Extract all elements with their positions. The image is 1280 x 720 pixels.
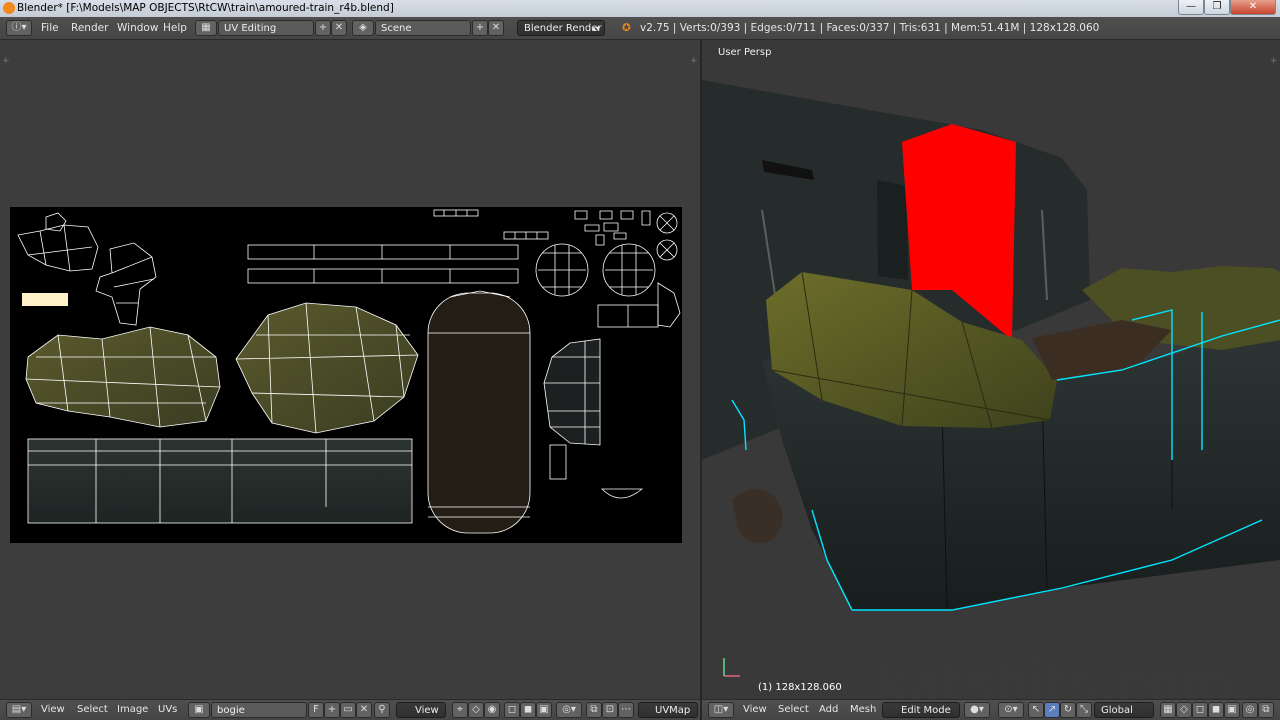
3d-viewport[interactable]: User Persp + (1) 128x128.060 bbox=[702, 40, 1280, 699]
object-info-label: (1) 128x128.060 bbox=[758, 682, 842, 693]
image-name-field[interactable]: bogie bbox=[211, 702, 307, 718]
blender-logo-icon bbox=[3, 2, 15, 14]
edge-mode-icon[interactable]: ◻ bbox=[1192, 702, 1208, 718]
scene-icon[interactable]: ◈ bbox=[352, 20, 374, 36]
island-select-icon[interactable]: ▣ bbox=[536, 702, 552, 718]
scale-icon[interactable]: ⤡ bbox=[1076, 702, 1092, 718]
uv-layout-graphic bbox=[17, 209, 681, 534]
snap-target-icon[interactable]: ⊡ bbox=[602, 702, 618, 718]
add-layout-icon[interactable]: + bbox=[315, 20, 331, 36]
mode-dropdown[interactable]: Edit Mode bbox=[882, 702, 960, 718]
new-image-icon[interactable]: + bbox=[324, 702, 340, 718]
manipulator-icon[interactable]: ↖ bbox=[1028, 702, 1044, 718]
editor-type-icon[interactable]: ▤▾ bbox=[6, 702, 32, 718]
view-mode-label: View bbox=[415, 705, 439, 716]
minimize-button[interactable]: — bbox=[1178, 0, 1204, 15]
uv-image-editor[interactable]: + + bbox=[0, 40, 700, 699]
render-engine-label: Blender Render bbox=[524, 23, 602, 34]
view-mode-dropdown[interactable]: View bbox=[396, 702, 446, 718]
sticky-select-icon[interactable]: ⋯ bbox=[618, 702, 634, 718]
pivot-point-icon[interactable]: ⊙▾ bbox=[998, 702, 1024, 718]
add-scene-icon[interactable]: + bbox=[472, 20, 488, 36]
menu-help[interactable]: Help bbox=[163, 21, 187, 36]
translate-icon[interactable]: ↗ bbox=[1044, 702, 1060, 718]
vertex-select-icon[interactable]: ◇ bbox=[468, 702, 484, 718]
snap-icon[interactable]: ⧉ bbox=[1258, 702, 1274, 718]
image-browse-icon[interactable]: ▣ bbox=[188, 702, 210, 718]
shading-icon[interactable]: ●▾ bbox=[964, 702, 990, 718]
fake-user-button[interactable]: F bbox=[308, 702, 324, 718]
uv-editor-header: ▤▾ View Select Image UVs ▣ bogie F + ▭ ✕… bbox=[0, 699, 700, 720]
dropdown-arrow-icon: ▴▾ bbox=[591, 24, 600, 33]
scene-field[interactable]: Scene bbox=[375, 20, 471, 36]
proportional-icon[interactable]: ◎ bbox=[1242, 702, 1258, 718]
menu-window[interactable]: Window bbox=[117, 21, 158, 36]
area-corner-icon[interactable]: + bbox=[2, 56, 10, 66]
layout-field[interactable]: UV Editing bbox=[218, 20, 314, 36]
uvmap-dropdown[interactable]: UVMap bbox=[638, 702, 698, 718]
uv-menu-image[interactable]: Image bbox=[117, 704, 148, 715]
face-mode-icon[interactable]: ◼ bbox=[1208, 702, 1224, 718]
viewport-menu-view[interactable]: View bbox=[743, 704, 767, 715]
viewport-menu-add[interactable]: Add bbox=[819, 704, 838, 715]
menu-render[interactable]: Render bbox=[71, 21, 108, 36]
remove-layout-icon[interactable]: ✕ bbox=[331, 20, 347, 36]
uv-sync-icon[interactable]: ⌖ bbox=[452, 702, 468, 718]
snap-icon[interactable]: ⧉ bbox=[586, 702, 602, 718]
window-title: Blender* [F:\Models\MAP OBJECTS\RtCW\tra… bbox=[17, 2, 394, 14]
screen-layout-icon[interactable]: ▦ bbox=[195, 20, 217, 36]
uv-menu-uvs[interactable]: UVs bbox=[158, 704, 177, 715]
menu-file[interactable]: File bbox=[41, 21, 59, 36]
uv-menu-view[interactable]: View bbox=[41, 704, 65, 715]
orientation-dropdown[interactable]: Global bbox=[1094, 702, 1154, 718]
blender-small-icon: ✪ bbox=[622, 22, 631, 34]
info-header: ⓘ▾ File Render Window Help ▦ UV Editing … bbox=[0, 17, 1280, 40]
uvmap-label: UVMap bbox=[655, 705, 691, 716]
orientation-label: Global bbox=[1101, 705, 1133, 716]
title-bar: Blender* [F:\Models\MAP OBJECTS\RtCW\tra… bbox=[0, 0, 1280, 17]
edge-select-icon[interactable]: ◻ bbox=[504, 702, 520, 718]
occlude-icon[interactable]: ▣ bbox=[1224, 702, 1240, 718]
pivot-icon[interactable]: ◉ bbox=[484, 702, 500, 718]
scene-stats: v2.75 | Verts:0/393 | Edges:0/711 | Face… bbox=[640, 22, 1100, 34]
render-engine-dropdown[interactable]: Blender Render ▴▾ bbox=[517, 20, 605, 36]
layer-icon[interactable]: ▦ bbox=[1160, 702, 1176, 718]
viewport-menu-select[interactable]: Select bbox=[778, 704, 809, 715]
viewport-menu-mesh[interactable]: Mesh bbox=[850, 704, 876, 715]
close-button[interactable]: ✕ bbox=[1230, 0, 1276, 15]
train-model-render bbox=[702, 80, 1280, 677]
info-editor-type-icon[interactable]: ⓘ▾ bbox=[6, 20, 32, 36]
maximize-button[interactable]: ❐ bbox=[1204, 0, 1230, 15]
face-select-icon[interactable]: ◼ bbox=[520, 702, 536, 718]
mode-label: Edit Mode bbox=[901, 705, 951, 716]
uv-menu-select[interactable]: Select bbox=[77, 704, 108, 715]
pin-icon[interactable]: ⚲ bbox=[374, 702, 390, 718]
open-image-icon[interactable]: ▭ bbox=[340, 702, 356, 718]
proportional-edit-icon[interactable]: ◎▾ bbox=[556, 702, 582, 718]
unlink-image-icon[interactable]: ✕ bbox=[356, 702, 372, 718]
remove-scene-icon[interactable]: ✕ bbox=[488, 20, 504, 36]
rotate-icon[interactable]: ↻ bbox=[1060, 702, 1076, 718]
area-corner-icon[interactable]: + bbox=[690, 56, 698, 66]
uv-texture-canvas[interactable] bbox=[10, 207, 682, 543]
viewport-header: ◫▾ View Select Add Mesh Edit Mode ●▾ ⊙▾ … bbox=[702, 699, 1280, 720]
vertex-mode-icon[interactable]: ◇ bbox=[1176, 702, 1192, 718]
editor-type-icon[interactable]: ◫▾ bbox=[708, 702, 734, 718]
